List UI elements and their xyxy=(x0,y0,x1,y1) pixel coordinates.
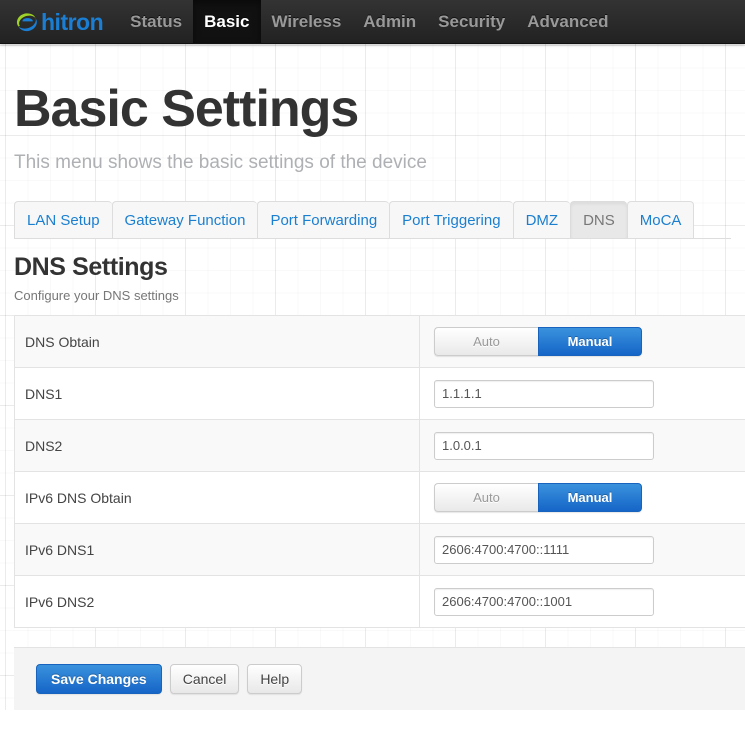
dns-obtain-manual-option[interactable]: Manual xyxy=(538,327,642,357)
table-row: DNS Obtain Auto Manual xyxy=(15,316,745,369)
ipv6-dns-obtain-manual-option[interactable]: Manual xyxy=(538,483,642,513)
cancel-button[interactable]: Cancel xyxy=(169,664,240,694)
nav-item-security[interactable]: Security xyxy=(427,0,516,43)
table-row: DNS2 xyxy=(15,420,745,473)
navigation-items: Status Basic Wireless Admin Security Adv… xyxy=(119,0,619,43)
help-button[interactable]: Help xyxy=(247,664,303,694)
form-action-bar: Save Changes Cancel Help xyxy=(14,647,745,710)
nav-item-advanced[interactable]: Advanced xyxy=(516,0,619,43)
brand-name: hitron xyxy=(41,8,104,35)
page-root: hitron Status Basic Wireless Admin Secur… xyxy=(0,0,745,746)
top-navigation-bar: hitron Status Basic Wireless Admin Secur… xyxy=(0,0,745,44)
row-label: DNS Obtain xyxy=(15,316,420,368)
tab-moca[interactable]: MoCA xyxy=(626,201,695,239)
section-subtitle: Configure your DNS settings xyxy=(14,288,179,304)
tab-port-forwarding[interactable]: Port Forwarding xyxy=(257,201,390,239)
nav-item-admin[interactable]: Admin xyxy=(352,0,427,43)
tab-port-triggering[interactable]: Port Triggering xyxy=(389,201,513,239)
tab-bar: LAN Setup Gateway Function Port Forwardi… xyxy=(14,201,731,240)
save-changes-button[interactable]: Save Changes xyxy=(36,664,162,694)
page-header: Basic Settings This menu shows the basic… xyxy=(0,44,745,175)
tab-lan-setup[interactable]: LAN Setup xyxy=(14,201,112,239)
row-label: IPv6 DNS Obtain xyxy=(15,472,420,524)
section-header: DNS Settings Configure your DNS settings xyxy=(14,253,731,303)
ipv6-dns1-input[interactable] xyxy=(434,535,654,564)
row-value xyxy=(420,576,745,627)
dns-settings-table: DNS Obtain Auto Manual DNS1 DNS2 IPv xyxy=(14,315,745,629)
tab-gateway-function[interactable]: Gateway Function xyxy=(111,201,258,239)
row-value: Auto Manual xyxy=(420,472,745,523)
nav-item-status[interactable]: Status xyxy=(119,0,193,43)
page-subtitle: This menu shows the basic settings of th… xyxy=(14,151,427,173)
row-value xyxy=(420,524,745,575)
dns-obtain-auto-option[interactable]: Auto xyxy=(434,327,538,357)
row-value: Auto Manual xyxy=(420,316,745,367)
ipv6-dns2-input[interactable] xyxy=(434,587,654,616)
dns-obtain-toggle: Auto Manual xyxy=(434,327,642,357)
page-title: Basic Settings xyxy=(14,80,359,138)
table-row: IPv6 DNS1 xyxy=(15,524,745,577)
ipv6-dns-obtain-auto-option[interactable]: Auto xyxy=(434,483,538,513)
tab-dmz[interactable]: DMZ xyxy=(512,201,571,239)
hitron-swoosh-logo-icon xyxy=(14,9,40,35)
row-value xyxy=(420,420,745,471)
tab-dns[interactable]: DNS xyxy=(570,201,627,239)
table-row: IPv6 DNS Obtain Auto Manual xyxy=(15,472,745,525)
row-label: IPv6 DNS2 xyxy=(15,576,420,628)
nav-item-wireless[interactable]: Wireless xyxy=(261,0,353,43)
table-row: IPv6 DNS2 xyxy=(15,576,745,629)
dns1-input[interactable] xyxy=(434,379,654,408)
table-row: DNS1 xyxy=(15,368,745,421)
section-title: DNS Settings xyxy=(14,253,168,282)
row-value xyxy=(420,368,745,419)
ipv6-dns-obtain-toggle: Auto Manual xyxy=(434,483,642,513)
dns2-input[interactable] xyxy=(434,431,654,460)
nav-item-basic[interactable]: Basic xyxy=(193,0,261,43)
row-label: IPv6 DNS1 xyxy=(15,524,420,576)
row-label: DNS2 xyxy=(15,420,420,472)
brand-logo-link[interactable]: hitron xyxy=(0,0,119,44)
row-label: DNS1 xyxy=(15,368,420,420)
